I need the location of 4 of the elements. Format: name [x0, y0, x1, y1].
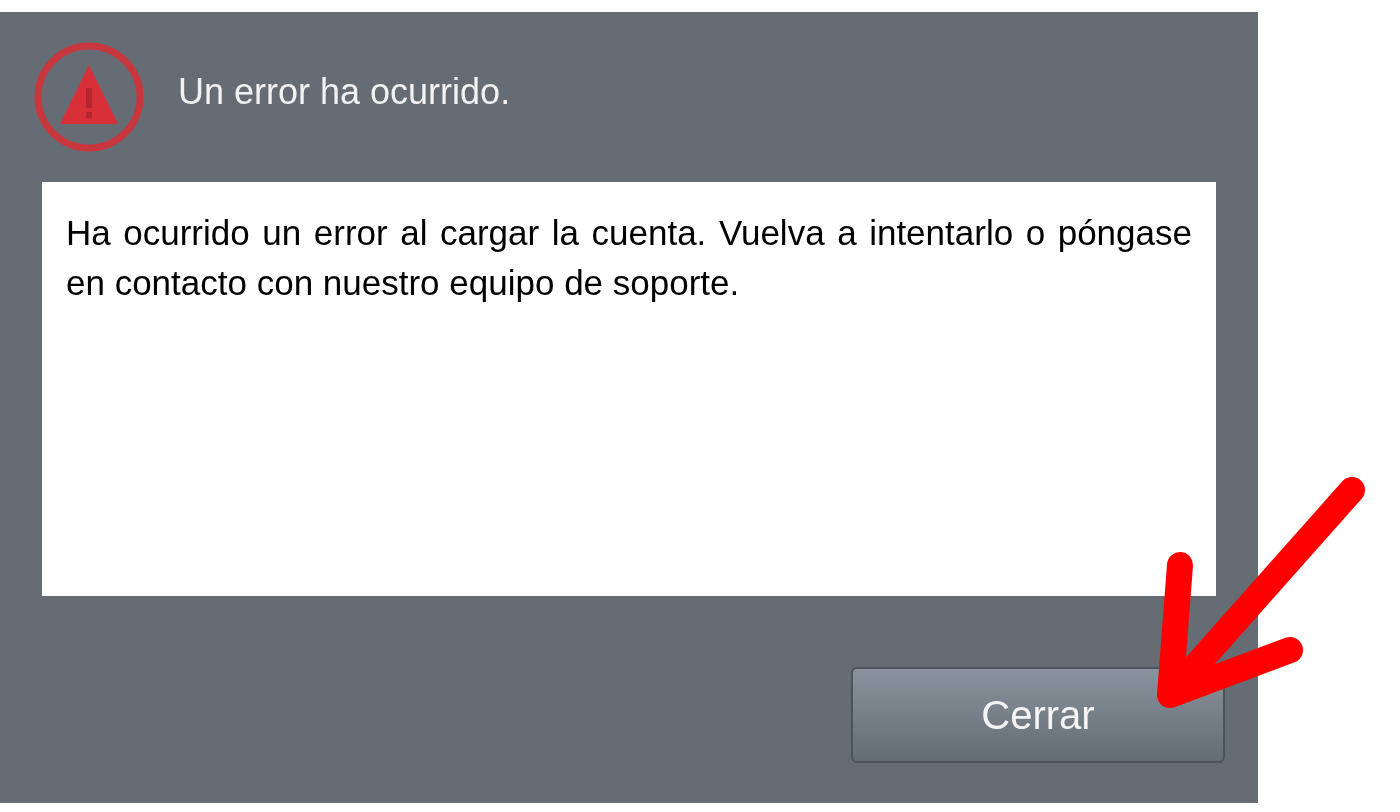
warning-icon — [32, 40, 146, 154]
error-message: Ha ocurrido un error al cargar la cuenta. Vuelva a intentarlo o póngase en contacto con nuestro equipo de soporte. — [66, 212, 1192, 304]
close-button[interactable]: Cerrar — [851, 667, 1225, 763]
dialog-title: Un error ha ocurrido. — [178, 70, 511, 114]
